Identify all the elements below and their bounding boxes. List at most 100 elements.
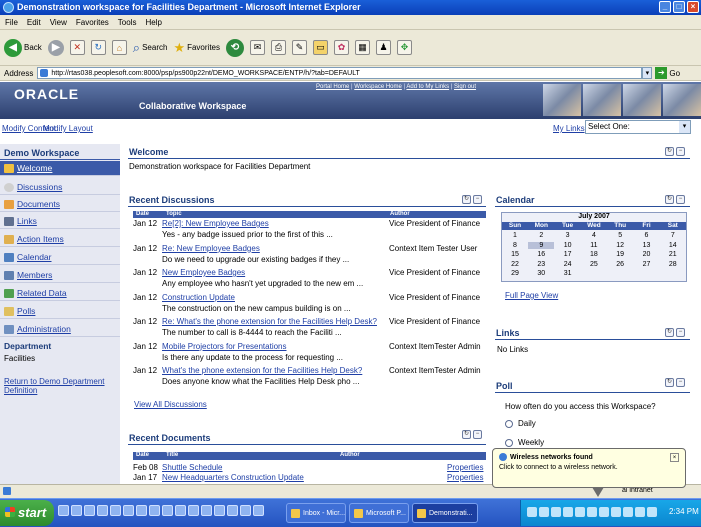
start-button[interactable]: start <box>0 500 54 526</box>
quick-launch-icon[interactable] <box>253 505 264 516</box>
home-button[interactable]: ⌂ <box>111 40 127 55</box>
minimize-icon[interactable]: − <box>473 195 482 204</box>
quick-launch-icon[interactable] <box>240 505 251 516</box>
quick-launch-icon[interactable] <box>227 505 238 516</box>
menu-view[interactable]: View <box>50 18 67 27</box>
maximize-button[interactable]: □ <box>673 1 685 13</box>
window-title-bar[interactable]: Demonstration workspace for Facilities D… <box>0 0 701 15</box>
sidebar-item-discussions[interactable]: Discussions <box>0 180 120 195</box>
calendar-day[interactable]: 29 <box>502 270 528 277</box>
calendar-day[interactable]: 7 <box>660 232 686 239</box>
row-topic-link[interactable]: Mobile Projectors for Presentations <box>162 342 287 351</box>
quick-launch-icon[interactable] <box>136 505 147 516</box>
calendar-day[interactable]: 19 <box>607 251 633 258</box>
tray-icon[interactable] <box>611 507 621 517</box>
forward-button[interactable]: ▶ <box>47 39 64 56</box>
row-topic-link[interactable]: What's the phone extension for the Facil… <box>162 366 362 375</box>
quick-launch-icon[interactable] <box>58 505 69 516</box>
quick-launch-icon[interactable] <box>201 505 212 516</box>
stop-button[interactable]: ✕ <box>69 40 85 55</box>
add-to-my-links-link[interactable]: Add to My Links <box>406 84 449 90</box>
address-dropdown-icon[interactable]: ▾ <box>642 67 653 79</box>
refresh-icon[interactable]: ↻ <box>665 378 674 387</box>
full-page-view-link[interactable]: Full Page View <box>505 291 558 300</box>
minimize-icon[interactable]: − <box>473 430 482 439</box>
minimize-icon[interactable]: − <box>676 378 685 387</box>
task-inbox[interactable]: Inbox - Micr... <box>286 503 346 523</box>
tray-icon[interactable] <box>575 507 585 517</box>
menu-help[interactable]: Help <box>145 18 161 27</box>
favorites-button[interactable]: ★ Favorites <box>173 40 220 56</box>
tray-icon[interactable] <box>539 507 549 517</box>
tray-icon[interactable] <box>635 507 645 517</box>
return-to-department-link[interactable]: Return to Demo Department Definition <box>4 377 114 395</box>
poll-radio[interactable] <box>505 439 513 447</box>
calendar-day[interactable]: 20 <box>634 251 660 258</box>
minimize-button[interactable]: _ <box>659 1 671 13</box>
sidebar-item-action-items[interactable]: Action Items <box>0 232 120 247</box>
row-topic-link[interactable]: New Employee Badges <box>162 268 245 277</box>
tray-icon[interactable] <box>551 507 561 517</box>
address-input[interactable]: http://rtas038.peoplesoft.com:8000/psp/p… <box>37 67 643 79</box>
calendar-day[interactable]: 6 <box>634 232 660 239</box>
quick-launch-icon[interactable] <box>110 505 121 516</box>
messenger-icon[interactable]: ✿ <box>334 40 349 55</box>
row-topic-link[interactable]: Re: What's the phone extension for the F… <box>162 317 377 326</box>
calendar-day[interactable]: 5 <box>607 232 633 239</box>
row-title-link[interactable]: Shuttle Schedule <box>162 463 223 472</box>
calendar-day[interactable]: 24 <box>555 261 581 268</box>
poll-radio[interactable] <box>505 420 513 428</box>
calendar-day[interactable]: 4 <box>581 232 607 239</box>
portal-home-link[interactable]: Portal Home <box>316 84 349 90</box>
print-icon[interactable]: ⎙ <box>271 40 286 55</box>
sidebar-item-related-data[interactable]: Related Data <box>0 286 120 301</box>
quick-launch-icon[interactable] <box>84 505 95 516</box>
calendar-day[interactable]: 15 <box>502 251 528 258</box>
calendar-day[interactable]: 16 <box>528 251 554 258</box>
refresh-button[interactable]: ↻ <box>90 40 106 55</box>
calendar-day[interactable]: 12 <box>607 242 633 249</box>
task-demonstration[interactable]: Demonstrati... <box>412 503 478 523</box>
calendar-day[interactable]: 21 <box>660 251 686 258</box>
people-icon[interactable]: ♟ <box>376 40 391 55</box>
calendar-day[interactable]: 3 <box>555 232 581 239</box>
menu-file[interactable]: File <box>5 18 18 27</box>
research-icon[interactable]: ▦ <box>355 40 370 55</box>
my-links-link[interactable]: My Links <box>553 124 585 133</box>
my-links-select[interactable]: Select One: ▾ <box>585 120 691 134</box>
refresh-icon[interactable]: ↻ <box>462 195 471 204</box>
menu-edit[interactable]: Edit <box>27 18 41 27</box>
sidebar-item-documents[interactable]: Documents <box>0 197 120 212</box>
calendar-day[interactable]: 22 <box>502 261 528 268</box>
tray-icon[interactable] <box>563 507 573 517</box>
calendar-day[interactable]: 1 <box>502 232 528 239</box>
sign-out-link[interactable]: Sign out <box>454 84 476 90</box>
calendar-day[interactable]: 23 <box>528 261 554 268</box>
minimize-icon[interactable]: − <box>676 195 685 204</box>
minimize-icon[interactable]: − <box>676 328 685 337</box>
menu-tools[interactable]: Tools <box>118 18 137 27</box>
tray-icon[interactable] <box>623 507 633 517</box>
refresh-icon[interactable]: ↻ <box>665 328 674 337</box>
go-button[interactable]: ➔ Go <box>655 67 680 79</box>
sidebar-item-members[interactable]: Members <box>0 268 120 283</box>
sidebar-item-polls[interactable]: Polls <box>0 304 120 319</box>
calendar-day[interactable]: 31 <box>555 270 581 277</box>
refresh-icon[interactable]: ↻ <box>665 147 674 156</box>
folder-icon[interactable]: ▭ <box>313 40 328 55</box>
row-topic-link[interactable]: Re[2]: New Employee Badges <box>162 219 269 228</box>
minimize-icon[interactable]: − <box>676 147 685 156</box>
sidebar-item-calendar[interactable]: Calendar <box>0 250 120 265</box>
refresh-icon[interactable]: ↻ <box>665 195 674 204</box>
refresh-icon[interactable]: ↻ <box>462 430 471 439</box>
calendar-day[interactable]: 18 <box>581 251 607 258</box>
quick-launch-icon[interactable] <box>188 505 199 516</box>
quick-launch-icon[interactable] <box>149 505 160 516</box>
tray-icon[interactable] <box>599 507 609 517</box>
calendar-day[interactable]: 2 <box>528 232 554 239</box>
tray-icon[interactable] <box>647 507 657 517</box>
calendar-day[interactable]: 25 <box>581 261 607 268</box>
sidebar-item-links[interactable]: Links <box>0 214 120 229</box>
tray-icon[interactable] <box>587 507 597 517</box>
row-title-link[interactable]: New Headquarters Construction Update <box>162 473 304 482</box>
